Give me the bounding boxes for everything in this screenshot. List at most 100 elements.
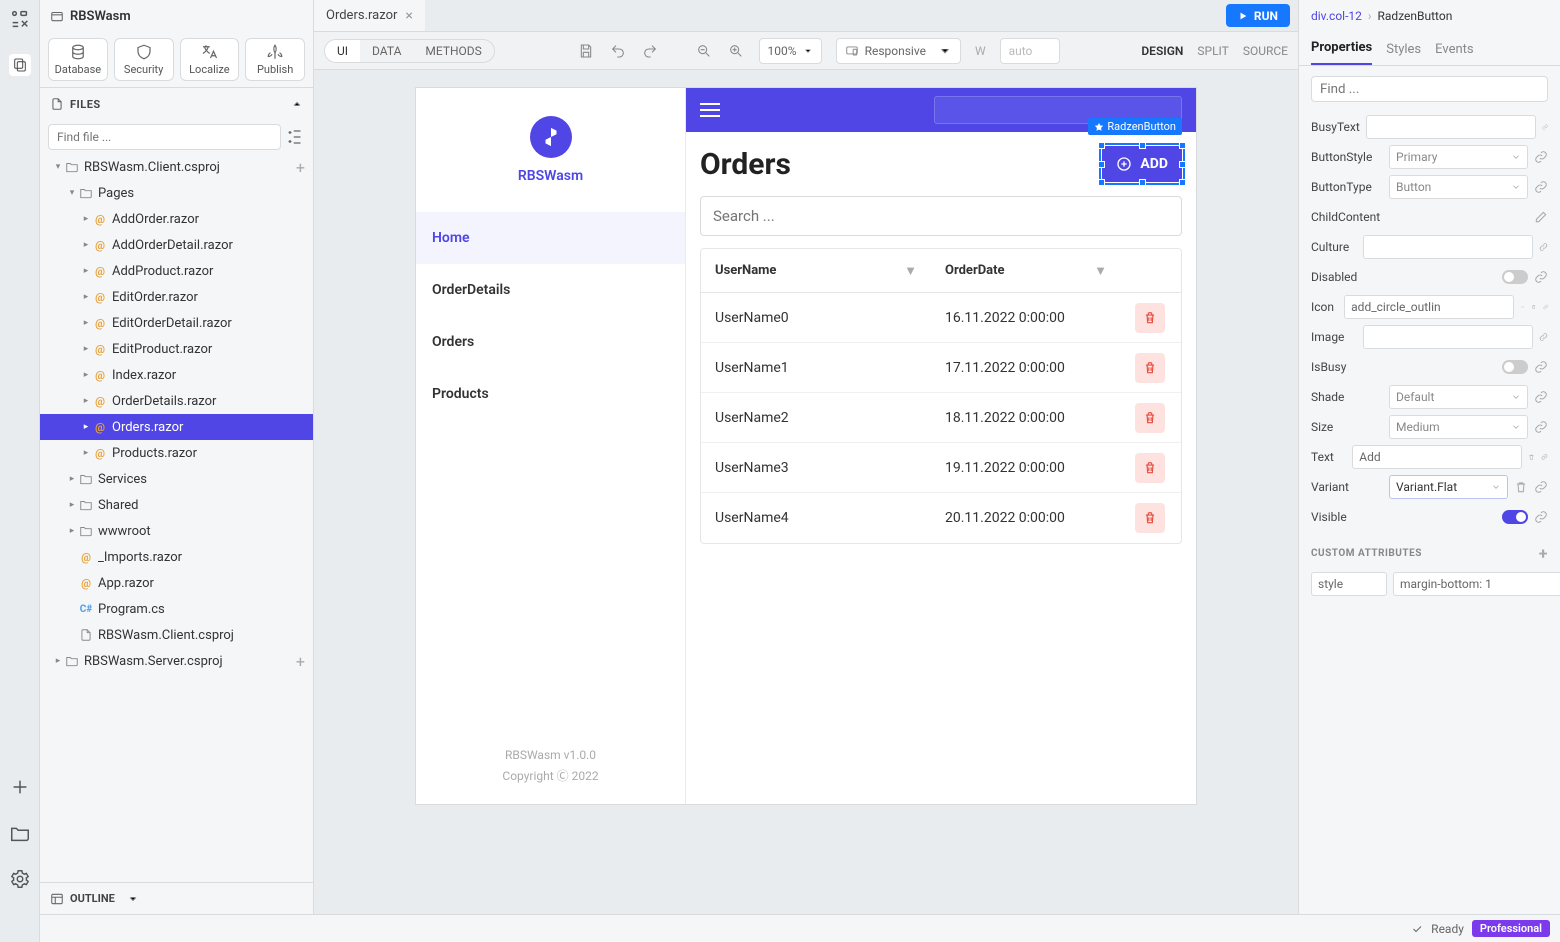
clear-icon[interactable]: [1528, 450, 1535, 464]
security-button[interactable]: Security: [114, 38, 174, 81]
tab-ui[interactable]: UI: [325, 40, 360, 62]
link-icon[interactable]: [1534, 270, 1548, 284]
tree-node[interactable]: ▸Services: [40, 466, 313, 492]
tab-orders[interactable]: Orders.razor×: [314, 0, 425, 31]
tab-properties[interactable]: Properties: [1311, 40, 1372, 65]
nav-item[interactable]: Home: [416, 212, 685, 264]
design-canvas[interactable]: RBSWasm HomeOrderDetailsOrdersProducts R…: [416, 88, 1196, 804]
delete-button[interactable]: [1135, 503, 1165, 533]
table-row[interactable]: UserName319.11.2022 0:00:00: [701, 443, 1181, 493]
crumb-parent[interactable]: div.col-12: [1311, 9, 1362, 23]
filter-icon[interactable]: ▼: [1094, 263, 1107, 279]
clear-icon[interactable]: [1531, 300, 1536, 314]
link-icon[interactable]: [1534, 390, 1548, 404]
tree-node[interactable]: ▸@Products.razor: [40, 440, 313, 466]
tab-styles[interactable]: Styles: [1386, 42, 1421, 65]
nav-item[interactable]: Orders: [416, 316, 685, 368]
width-input[interactable]: auto: [1000, 38, 1060, 64]
view-design[interactable]: DESIGN: [1141, 44, 1183, 58]
nav-item[interactable]: OrderDetails: [416, 264, 685, 316]
link-icon[interactable]: [1539, 240, 1548, 254]
close-icon[interactable]: ×: [405, 8, 412, 24]
tree-node[interactable]: @App.razor: [40, 570, 313, 596]
file-tree[interactable]: ▾RBSWasm.Client.csproj+▾Pages▸@AddOrder.…: [40, 154, 313, 882]
settings-icon[interactable]: [9, 868, 31, 890]
edit-icon[interactable]: [1534, 210, 1548, 224]
link-icon[interactable]: [1534, 480, 1548, 494]
prop-input[interactable]: [1344, 295, 1514, 319]
tree-node[interactable]: ▸Shared: [40, 492, 313, 518]
view-source[interactable]: SOURCE: [1243, 44, 1288, 58]
property-find-input[interactable]: [1311, 76, 1548, 102]
delete-button[interactable]: [1135, 353, 1165, 383]
components-icon[interactable]: [9, 8, 31, 30]
zoom-select[interactable]: 100%: [759, 38, 822, 64]
prop-select[interactable]: Default: [1389, 385, 1528, 409]
tree-node[interactable]: ▸wwwroot: [40, 518, 313, 544]
table-row[interactable]: UserName016.11.2022 0:00:00: [701, 293, 1181, 343]
table-row[interactable]: UserName117.11.2022 0:00:00: [701, 343, 1181, 393]
link-icon[interactable]: [1534, 510, 1548, 524]
prop-select[interactable]: Medium: [1389, 415, 1528, 439]
localize-button[interactable]: Localize: [180, 38, 240, 81]
prop-input[interactable]: [1363, 325, 1533, 349]
save-icon[interactable]: [577, 42, 595, 60]
run-button[interactable]: RUN: [1226, 4, 1290, 27]
files-header[interactable]: FILES: [40, 88, 313, 120]
attr-key[interactable]: [1311, 572, 1387, 596]
zoom-in-icon[interactable]: [727, 42, 745, 60]
table-row[interactable]: UserName420.11.2022 0:00:00: [701, 493, 1181, 543]
prop-input[interactable]: [1366, 115, 1536, 139]
add-button[interactable]: ADD: [1102, 146, 1182, 182]
tree-node[interactable]: ▸@EditProduct.razor: [40, 336, 313, 362]
nav-item[interactable]: Products: [416, 368, 685, 420]
outline-header[interactable]: OUTLINE: [40, 882, 313, 914]
link-icon[interactable]: [1534, 360, 1548, 374]
tree-node[interactable]: ▸@Index.razor: [40, 362, 313, 388]
database-button[interactable]: Database: [48, 38, 108, 81]
prop-input[interactable]: [1352, 445, 1522, 469]
tree-node[interactable]: ▸@EditOrder.razor: [40, 284, 313, 310]
prop-select[interactable]: Button: [1389, 175, 1528, 199]
find-file-input[interactable]: [48, 124, 281, 150]
tab-data[interactable]: DATA: [360, 40, 413, 62]
delete-button[interactable]: [1135, 303, 1165, 333]
selected-element[interactable]: RadzenButton ADD: [1102, 146, 1182, 182]
tree-node[interactable]: RBSWasm.Client.csproj: [40, 622, 313, 648]
search-input[interactable]: [700, 196, 1182, 236]
tree-node[interactable]: ▸@OrderDetails.razor: [40, 388, 313, 414]
col-orderdate[interactable]: OrderDate▼: [931, 263, 1121, 279]
view-split[interactable]: SPLIT: [1197, 44, 1228, 58]
toggle[interactable]: [1502, 270, 1528, 284]
toggle[interactable]: [1502, 360, 1528, 374]
data-grid[interactable]: UserName▼ OrderDate▼ UserName016.11.2022…: [700, 248, 1182, 544]
tree-node[interactable]: ▸@AddProduct.razor: [40, 258, 313, 284]
tree-node[interactable]: ▸@AddOrder.razor: [40, 206, 313, 232]
tab-events[interactable]: Events: [1435, 42, 1473, 65]
tree-node[interactable]: @_Imports.razor: [40, 544, 313, 570]
tree-node[interactable]: ▸RBSWasm.Server.csproj+: [40, 648, 313, 674]
publish-button[interactable]: Publish: [245, 38, 305, 81]
filter-icon[interactable]: ▼: [904, 263, 917, 279]
link-icon[interactable]: [1539, 330, 1548, 344]
more-icon[interactable]: [1520, 300, 1525, 314]
prop-select[interactable]: Variant.Flat: [1389, 475, 1508, 499]
add-icon[interactable]: [9, 776, 31, 798]
tree-node[interactable]: ▸@Orders.razor: [40, 414, 313, 440]
responsive-select[interactable]: Responsive: [836, 38, 961, 64]
tree-node[interactable]: ▾RBSWasm.Client.csproj+: [40, 154, 313, 180]
link-icon[interactable]: [1534, 150, 1548, 164]
tree-node[interactable]: ▸@EditOrderDetail.razor: [40, 310, 313, 336]
add-attr-icon[interactable]: +: [1539, 544, 1548, 563]
menu-icon[interactable]: [700, 103, 720, 117]
delete-button[interactable]: [1135, 403, 1165, 433]
col-username[interactable]: UserName▼: [701, 263, 931, 279]
toggle[interactable]: [1502, 510, 1528, 524]
files-icon[interactable]: [9, 54, 31, 76]
zoom-out-icon[interactable]: [695, 42, 713, 60]
clear-icon[interactable]: [1514, 480, 1528, 494]
link-icon[interactable]: [1534, 420, 1548, 434]
redo-icon[interactable]: [641, 42, 659, 60]
tree-node[interactable]: ▸@AddOrderDetail.razor: [40, 232, 313, 258]
tree-node[interactable]: C#Program.cs: [40, 596, 313, 622]
